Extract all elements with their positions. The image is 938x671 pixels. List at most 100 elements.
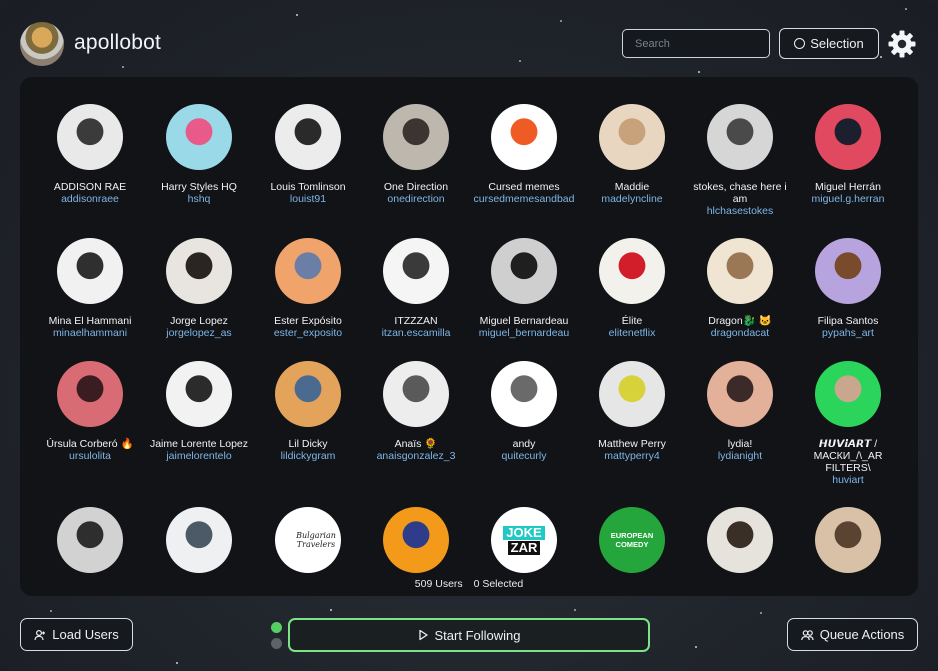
user-card[interactable]: Harry Styles HQ hshq xyxy=(145,104,253,206)
user-avatar[interactable] xyxy=(166,238,232,304)
user-card[interactable]: lydia! lydianight xyxy=(686,361,794,463)
user-card[interactable]: Jorge Lopez jorgelopez_as xyxy=(145,238,253,340)
user-avatar[interactable] xyxy=(815,507,881,573)
user-avatar[interactable]: EUROPEAN COMEDY xyxy=(599,507,665,573)
user-avatar[interactable] xyxy=(707,361,773,427)
user-handle[interactable]: miguel_bernardeau xyxy=(470,327,578,340)
user-avatar[interactable] xyxy=(275,104,341,170)
user-handle[interactable]: louist91 xyxy=(254,193,362,206)
user-avatar[interactable] xyxy=(57,507,123,573)
load-users-button[interactable]: Load Users xyxy=(20,618,133,651)
user-card[interactable] xyxy=(145,507,253,584)
user-card[interactable]: Jaime Lorente Lopez jaimelorentelo xyxy=(145,361,253,463)
user-card[interactable]: Élite elitenetflix xyxy=(578,238,686,340)
user-avatar[interactable] xyxy=(383,507,449,573)
user-handle[interactable]: hlchasestokes xyxy=(686,205,794,218)
user-display-name: ITZZZAN xyxy=(394,315,438,327)
star-decoration xyxy=(560,20,562,22)
user-avatar[interactable] xyxy=(815,238,881,304)
user-card[interactable]: Ester Expósito ester_exposito xyxy=(254,238,362,340)
user-handle[interactable]: quitecurly xyxy=(470,450,578,463)
user-avatar[interactable] xyxy=(383,104,449,170)
user-card[interactable] xyxy=(362,507,470,584)
user-avatar[interactable] xyxy=(57,238,123,304)
star-decoration xyxy=(760,612,762,614)
user-avatar[interactable] xyxy=(599,361,665,427)
user-handle[interactable]: jorgelopez_as xyxy=(145,327,253,340)
user-avatar[interactable] xyxy=(815,104,881,170)
user-handle[interactable]: onedirection xyxy=(362,193,470,206)
start-following-button[interactable]: Start Following xyxy=(288,618,650,652)
user-handle[interactable]: ursulolita xyxy=(36,450,144,463)
user-handle[interactable]: minaelhammani xyxy=(36,327,144,340)
user-avatar[interactable] xyxy=(707,507,773,573)
user-card[interactable]: Lil Dicky lildickygram xyxy=(254,361,362,463)
user-avatar[interactable] xyxy=(491,238,557,304)
user-avatar[interactable] xyxy=(383,238,449,304)
user-handle[interactable]: elitenetflix xyxy=(578,327,686,340)
user-avatar[interactable] xyxy=(599,238,665,304)
user-avatar[interactable] xyxy=(166,104,232,170)
user-card[interactable]: ITZZZAN itzan.escamilla xyxy=(362,238,470,340)
user-card[interactable]: EUROPEAN COMEDY xyxy=(578,507,686,584)
user-card[interactable]: Dragon🐉 🐱 dragondacat xyxy=(686,238,794,340)
user-card[interactable]: andy quitecurly xyxy=(470,361,578,463)
selection-button[interactable]: Selection xyxy=(779,28,879,59)
user-handle[interactable]: hshq xyxy=(145,193,253,206)
user-handle[interactable]: huviart xyxy=(794,474,902,487)
user-card[interactable]: 𝙃𝙐𝙑𝙞𝘼𝙍𝙏 / МАСКИ_/\_AR FILTERS\ huviart xyxy=(794,361,902,487)
user-avatar[interactable] xyxy=(275,238,341,304)
user-card[interactable]: Mina El Hammani minaelhammani xyxy=(36,238,144,340)
user-handle[interactable]: ester_exposito xyxy=(254,327,362,340)
user-card[interactable]: stokes, chase here i am hlchasestokes xyxy=(686,104,794,218)
user-handle[interactable]: mattyperry4 xyxy=(578,450,686,463)
user-avatar[interactable] xyxy=(707,104,773,170)
user-card[interactable]: Filipa Santos pypahs_art xyxy=(794,238,902,340)
user-card[interactable]: One Direction onedirection xyxy=(362,104,470,206)
user-handle[interactable]: jaimelorentelo xyxy=(145,450,253,463)
user-card[interactable] xyxy=(686,507,794,584)
user-card[interactable]: Anaïs 🌻 anaisgonzalez_3 xyxy=(362,361,470,463)
user-handle[interactable]: cursedmemesandbad xyxy=(470,193,578,206)
user-display-name: Élite xyxy=(621,315,643,327)
user-handle[interactable]: addisonraee xyxy=(36,193,144,206)
user-avatar[interactable] xyxy=(599,104,665,170)
user-avatar[interactable] xyxy=(707,238,773,304)
user-card[interactable]: Miguel Herrán miguel.g.herran xyxy=(794,104,902,206)
user-card[interactable]: Maddie madelyncline xyxy=(578,104,686,206)
user-handle[interactable]: dragondacat xyxy=(686,327,794,340)
user-card[interactable]: JOKE ZAR xyxy=(470,507,578,584)
account-avatar[interactable] xyxy=(20,22,64,66)
user-card[interactable]: Cursed memes cursedmemesandbad xyxy=(470,104,578,206)
user-avatar[interactable] xyxy=(57,104,123,170)
star-decoration xyxy=(296,14,298,16)
user-avatar[interactable] xyxy=(275,361,341,427)
user-card[interactable]: Matthew Perry mattyperry4 xyxy=(578,361,686,463)
user-handle[interactable]: itzan.escamilla xyxy=(362,327,470,340)
user-card[interactable]: Bulgarian Travelers xyxy=(254,507,362,584)
user-card[interactable]: ADDISON RAE addisonraee xyxy=(36,104,144,206)
user-handle[interactable]: lildickygram xyxy=(254,450,362,463)
user-card[interactable]: Úrsula Corberó 🔥 ursulolita xyxy=(36,361,144,463)
user-avatar[interactable] xyxy=(166,507,232,573)
user-avatar[interactable] xyxy=(383,361,449,427)
settings-gear-icon[interactable] xyxy=(887,29,917,59)
user-avatar[interactable]: JOKE ZAR xyxy=(491,507,557,573)
user-avatar[interactable] xyxy=(166,361,232,427)
user-avatar[interactable] xyxy=(815,361,881,427)
user-handle[interactable]: miguel.g.herran xyxy=(794,193,902,206)
user-handle[interactable]: madelyncline xyxy=(578,193,686,206)
queue-actions-button[interactable]: Queue Actions xyxy=(787,618,918,651)
search-input[interactable] xyxy=(622,29,770,58)
user-avatar[interactable] xyxy=(491,104,557,170)
user-avatar[interactable]: Bulgarian Travelers xyxy=(275,507,341,573)
user-handle[interactable]: anaisgonzalez_3 xyxy=(362,450,470,463)
user-avatar[interactable] xyxy=(491,361,557,427)
user-avatar[interactable] xyxy=(57,361,123,427)
user-card[interactable]: Louis Tomlinson louist91 xyxy=(254,104,362,206)
user-card[interactable] xyxy=(36,507,144,584)
user-card[interactable]: Miguel Bernardeau miguel_bernardeau xyxy=(470,238,578,340)
user-card[interactable] xyxy=(794,507,902,584)
user-handle[interactable]: pypahs_art xyxy=(794,327,902,340)
user-handle[interactable]: lydianight xyxy=(686,450,794,463)
